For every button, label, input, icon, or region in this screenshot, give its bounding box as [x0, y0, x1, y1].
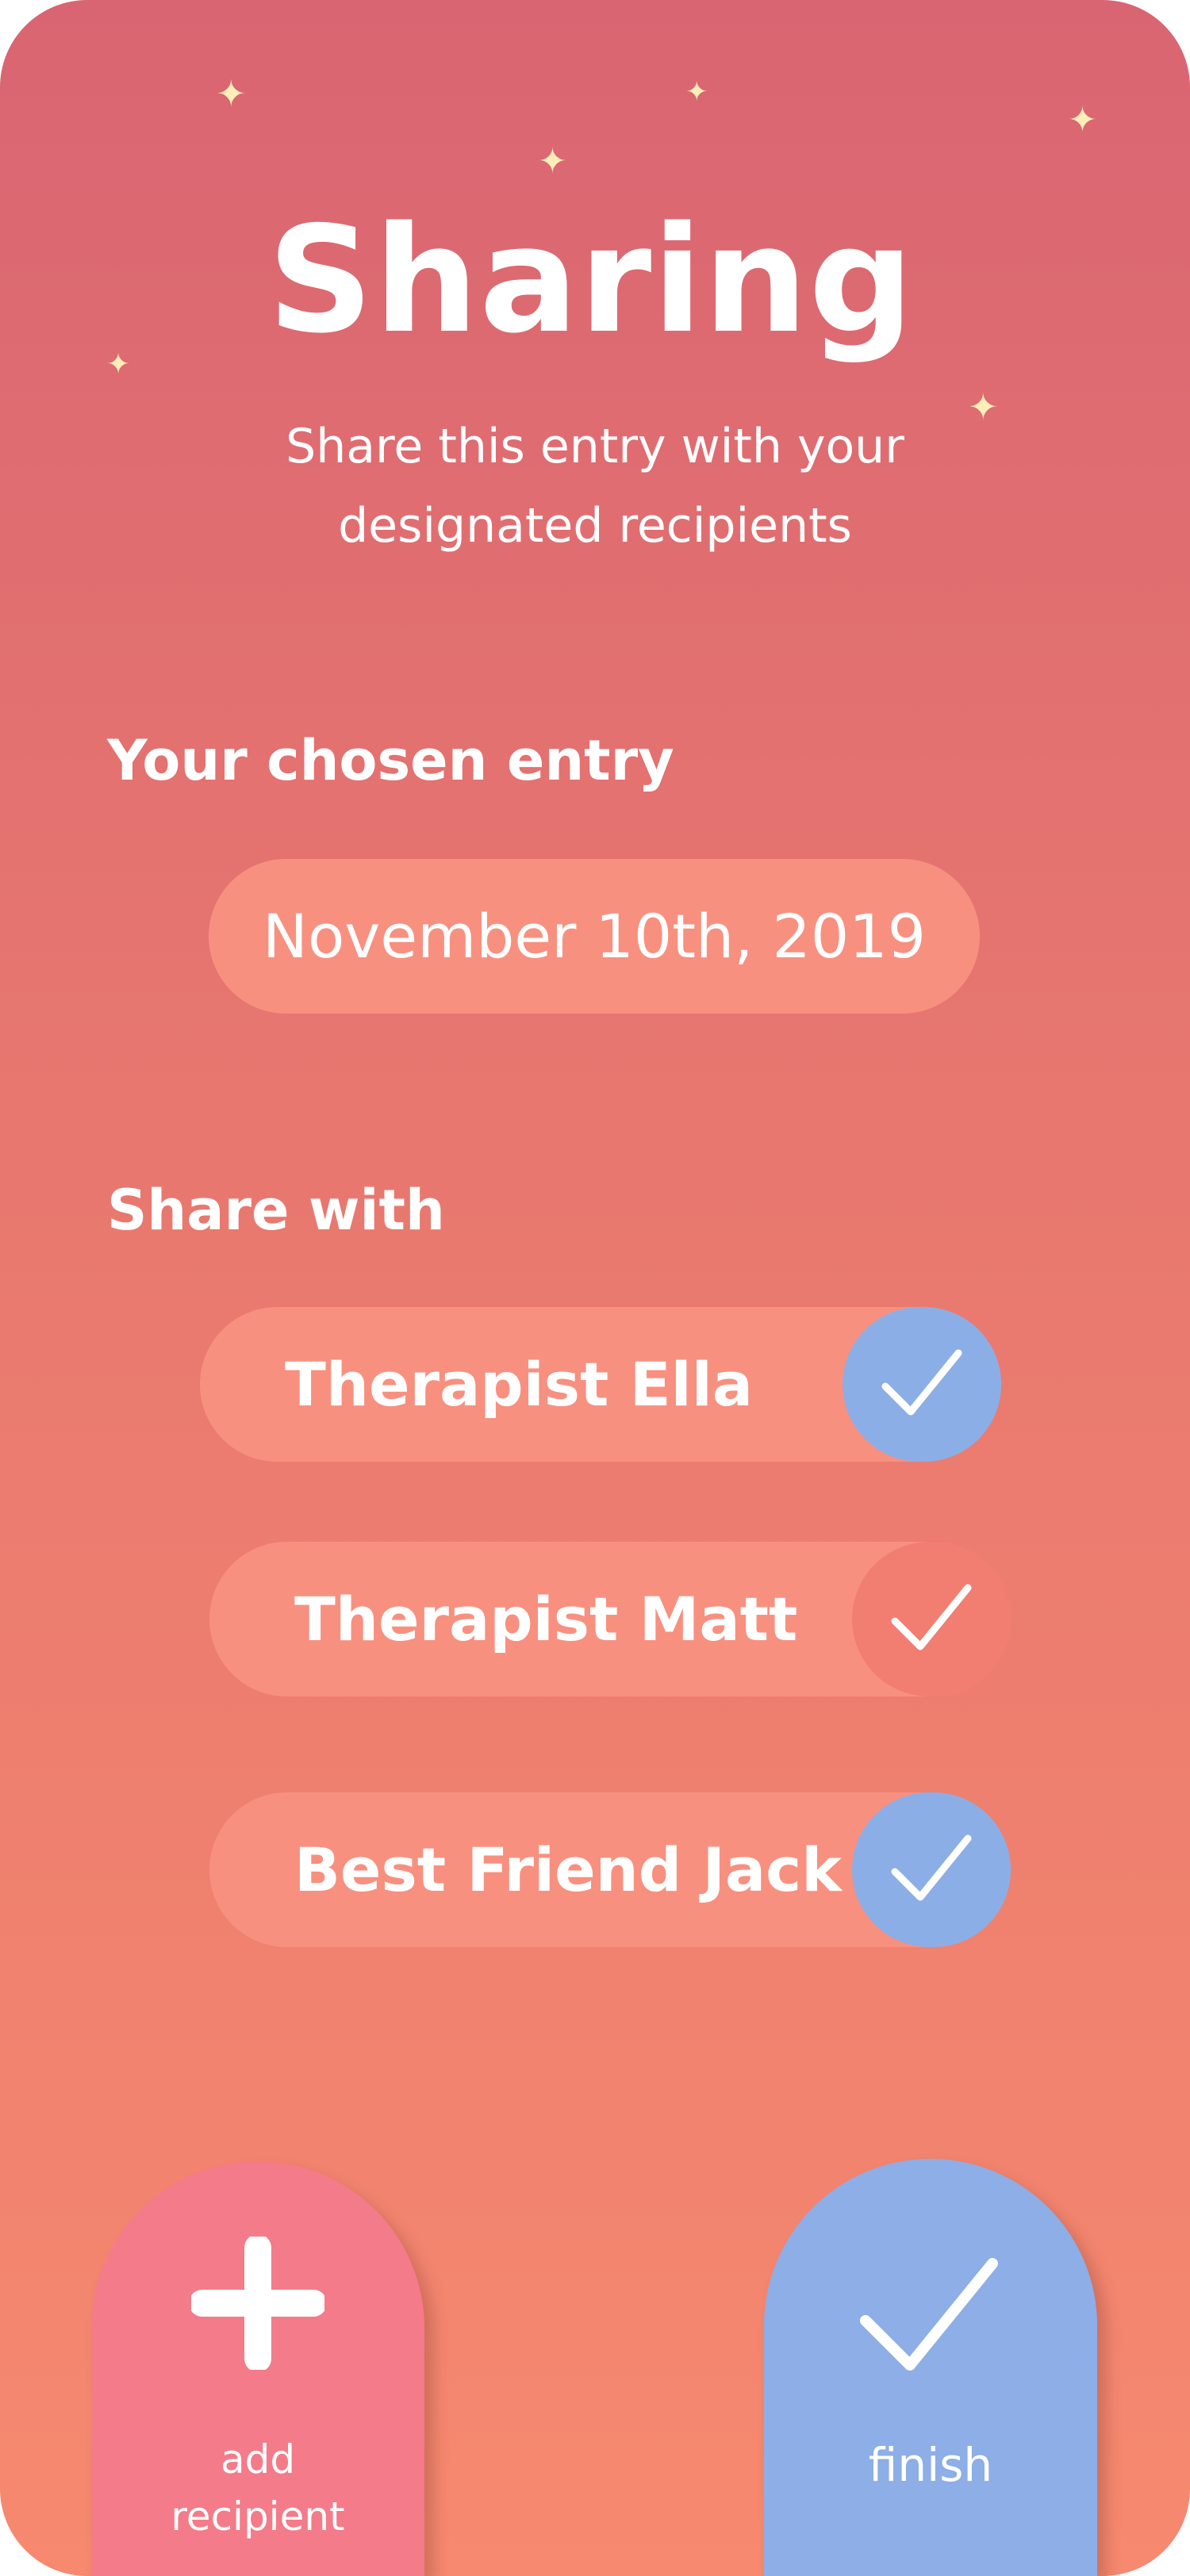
recipient-item-therapist-ella[interactable]: Therapist Ella — [200, 1307, 1001, 1462]
recipient-name: Best Friend Jack — [294, 1834, 842, 1905]
check-icon — [891, 1834, 972, 1900]
sharing-screen: ✦ ✦ ✦ ✦ ✦ ✦ Sharing Share this entry wit… — [0, 0, 1190, 2576]
add-label-line: recipient — [171, 2494, 345, 2540]
share-with-heading: Share with — [107, 1178, 445, 1243]
check-icon — [881, 1349, 962, 1415]
check-icon — [860, 2258, 998, 2371]
plus-icon — [191, 2237, 324, 2370]
sparkle-star-icon: ✦ — [1068, 100, 1097, 140]
check-icon — [891, 1584, 972, 1650]
add-label-line: add — [220, 2436, 296, 2482]
page-title: Sharing — [267, 194, 915, 366]
recipient-name: Therapist Matt — [294, 1584, 798, 1654]
recipient-toggle[interactable] — [852, 1542, 1011, 1696]
sparkle-star-icon: ✦ — [685, 76, 708, 108]
sparkle-star-icon: ✦ — [216, 72, 247, 115]
recipient-item-best-friend-jack[interactable]: Best Friend Jack — [209, 1792, 1011, 1947]
subtitle-line: designated recipients — [338, 498, 852, 554]
chosen-entry-heading: Your chosen entry — [107, 728, 674, 793]
chosen-entry-selector[interactable]: November 10th, 2019 — [209, 859, 980, 1014]
finish-button[interactable]: finish — [764, 2159, 1097, 2576]
add-recipient-label: add recipient — [91, 2431, 424, 2545]
entry-date: November 10th, 2019 — [263, 901, 926, 972]
add-recipient-button[interactable]: add recipient — [91, 2161, 424, 2576]
page-subtitle: Share this entry with your designated re… — [198, 407, 992, 565]
subtitle-line: Share this entry with your — [286, 419, 904, 474]
finish-label: finish — [868, 2438, 993, 2492]
recipient-name: Therapist Ella — [285, 1349, 754, 1420]
sparkle-star-icon: ✦ — [538, 141, 567, 182]
recipient-toggle[interactable] — [852, 1792, 1011, 1947]
recipient-item-therapist-matt[interactable]: Therapist Matt — [209, 1542, 1011, 1696]
recipient-toggle[interactable] — [843, 1307, 1001, 1462]
